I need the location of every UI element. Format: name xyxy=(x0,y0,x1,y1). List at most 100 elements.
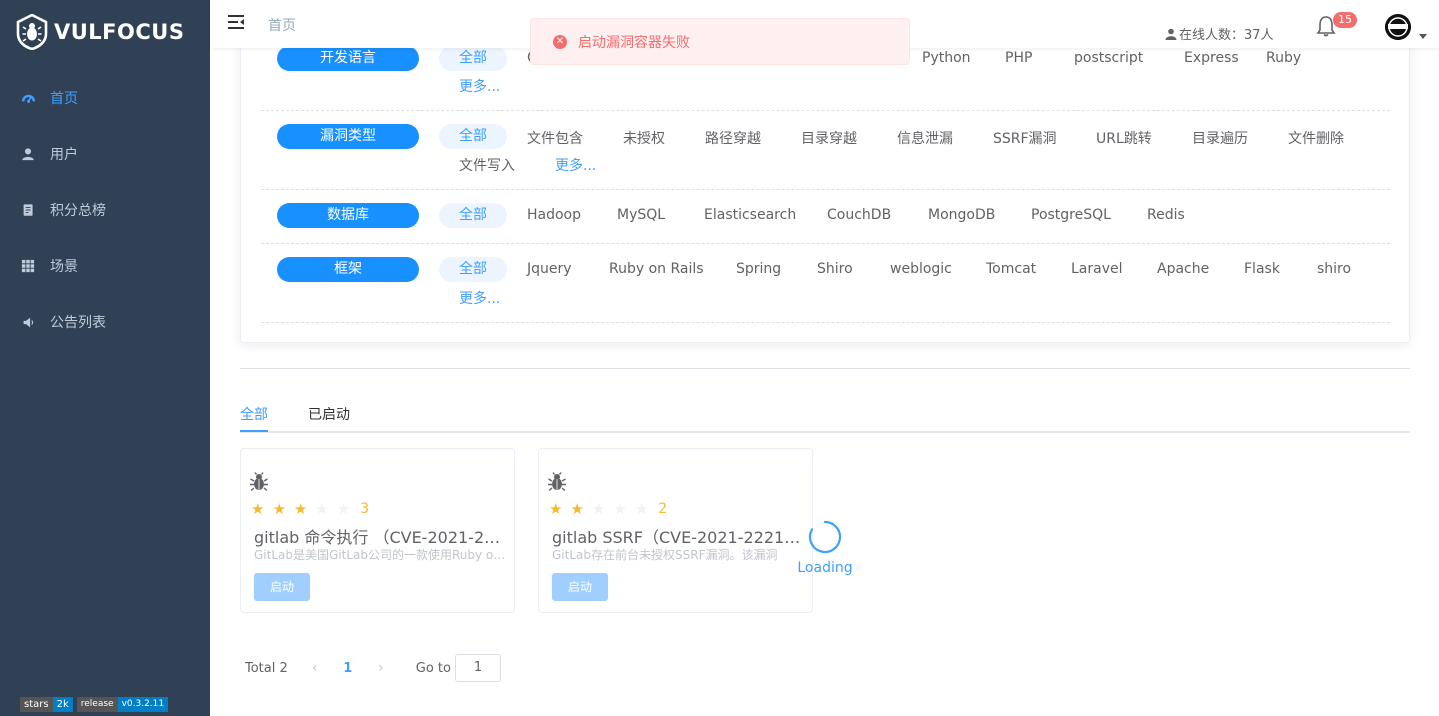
filter-tag[interactable]: PHP xyxy=(1005,50,1032,66)
filter-tag[interactable]: Python xyxy=(922,50,971,66)
breadcrumb: 首页 xyxy=(268,18,296,34)
active-tab-indicator xyxy=(240,430,268,432)
avatar-image xyxy=(1385,14,1411,40)
sidebar-item-home[interactable]: 首页 xyxy=(0,70,210,126)
filter-tag[interactable]: 路径穿越 xyxy=(705,128,761,148)
filter-tag[interactable]: Jquery xyxy=(527,261,572,277)
online-users: 在线人数：37人 xyxy=(1165,24,1274,43)
filter-tag[interactable]: 文件写入 xyxy=(459,155,515,175)
sidebar-item-scenes[interactable]: 场景 xyxy=(0,238,210,294)
pagination-total: Total 2 xyxy=(245,660,288,676)
star-icon: ★ xyxy=(613,500,627,518)
page-number-current[interactable]: 1 xyxy=(330,661,366,676)
filter-tag[interactable]: 目录遍历 xyxy=(1192,128,1248,148)
card-title: gitlab SSRF（CVE-2021-22214） xyxy=(552,528,804,547)
filter-tag[interactable]: URL跳转 xyxy=(1096,128,1152,148)
filter-more-link[interactable]: 更多... xyxy=(459,288,500,308)
user-icon xyxy=(1165,28,1177,40)
release-badge[interactable]: release v0.3.2.11 xyxy=(76,697,169,712)
filter-row-framework: 框架 全部 Jquery Ruby on Rails Spring Shiro … xyxy=(261,244,1390,323)
star-icon: ★ xyxy=(272,500,286,518)
goto-page-input[interactable]: 1 xyxy=(454,654,501,682)
filter-tag[interactable]: Flask xyxy=(1244,261,1280,277)
sidebar-item-announcements[interactable]: 公告列表 xyxy=(0,294,210,350)
rating-stars: ★ ★ ★ ★ ★ 2 xyxy=(549,501,667,517)
menu-toggle-icon[interactable] xyxy=(227,14,245,30)
filter-tag[interactable]: 目录穿越 xyxy=(801,128,857,148)
filter-tag[interactable]: Express xyxy=(1184,50,1239,66)
tab-all[interactable]: 全部 xyxy=(240,404,268,424)
sidebar-item-label: 首页 xyxy=(50,91,78,107)
filter-tag[interactable]: Apache xyxy=(1157,261,1209,277)
logo-text: VULFOCUS xyxy=(54,20,185,44)
tab-started[interactable]: 已启动 xyxy=(308,404,350,424)
chevron-right-icon[interactable]: › xyxy=(366,660,396,676)
filter-all-button[interactable]: 全部 xyxy=(439,257,507,282)
stars-badge[interactable]: stars 2k xyxy=(20,697,73,712)
card-description: GitLab是美国GitLab公司的一款使用Ruby on Rails开发的开源… xyxy=(254,548,506,562)
star-icon: ★ xyxy=(251,500,265,518)
vuln-card[interactable]: ★ ★ ★ ★ ★ 3 gitlab 命令执行 （CVE-2021-22205）… xyxy=(240,448,515,613)
toast-message: 启动漏洞容器失败 xyxy=(578,34,690,51)
filter-tag[interactable]: Ruby xyxy=(1266,50,1301,66)
error-icon: ✕ xyxy=(553,34,567,49)
goto-label: Go to xyxy=(415,660,451,676)
filter-tag[interactable]: 文件删除 xyxy=(1288,128,1344,148)
filter-tag[interactable]: 信息泄漏 xyxy=(897,128,953,148)
vuln-card[interactable]: ★ ★ ★ ★ ★ 2 gitlab SSRF（CVE-2021-22214） … xyxy=(538,448,813,613)
chevron-left-icon[interactable]: ‹ xyxy=(300,660,330,676)
sidebar-item-ranking[interactable]: 积分总榜 xyxy=(0,182,210,238)
filter-tag[interactable]: CouchDB xyxy=(827,207,891,223)
filter-category-button[interactable]: 漏洞类型 xyxy=(277,124,419,149)
filter-tag[interactable]: SSRF漏洞 xyxy=(993,128,1057,148)
logo[interactable]: VULFOCUS xyxy=(16,14,184,50)
rating-score: 2 xyxy=(658,501,668,517)
filter-more-link[interactable]: 更多... xyxy=(555,155,596,175)
star-icon: ★ xyxy=(293,500,308,518)
filter-all-button[interactable]: 全部 xyxy=(439,46,507,71)
notification-count-badge[interactable]: 15 xyxy=(1333,12,1357,28)
filter-tag[interactable]: postscript xyxy=(1074,50,1143,66)
filter-tag[interactable]: Elasticsearch xyxy=(704,207,796,223)
filter-tag[interactable]: Laravel xyxy=(1071,261,1123,277)
sidebar-item-label: 公告列表 xyxy=(50,315,106,331)
grid-icon xyxy=(20,258,36,274)
star-icon: ★ xyxy=(336,500,351,518)
filter-tag[interactable]: Shiro xyxy=(817,261,853,277)
filter-tag[interactable]: Redis xyxy=(1147,207,1185,223)
sidebar-item-users[interactable]: 用户 xyxy=(0,126,210,182)
speaker-icon xyxy=(20,314,36,330)
start-button[interactable]: 启动 xyxy=(552,573,608,601)
filter-tag[interactable]: 未授权 xyxy=(623,128,665,148)
star-icon: ★ xyxy=(549,500,563,518)
caret-down-icon[interactable] xyxy=(1419,34,1427,39)
filter-tag[interactable]: Hadoop xyxy=(527,207,581,223)
filter-tag[interactable]: Spring xyxy=(736,261,781,277)
rating-score: 3 xyxy=(360,501,370,517)
sidebar: VULFOCUS 首页 用户 积分总榜 场景 公告列表 stars 2k rel… xyxy=(0,0,210,716)
filter-tag[interactable]: MongoDB xyxy=(928,207,995,223)
filter-tag[interactable]: weblogic xyxy=(890,261,952,277)
filter-tag[interactable]: MySQL xyxy=(617,207,665,223)
filter-tag[interactable]: PostgreSQL xyxy=(1031,207,1111,223)
filter-tag[interactable]: 文件包含 xyxy=(527,128,583,148)
filter-category-button[interactable]: 数据库 xyxy=(277,203,419,228)
dashboard-icon xyxy=(20,90,36,106)
bug-icon xyxy=(250,472,268,492)
sidebar-menu: 首页 用户 积分总榜 场景 公告列表 xyxy=(0,70,210,350)
filter-category-button[interactable]: 框架 xyxy=(277,257,419,282)
filter-all-button[interactable]: 全部 xyxy=(439,124,507,149)
filter-tag[interactable]: shiro xyxy=(1317,261,1351,277)
sidebar-item-label: 用户 xyxy=(50,147,78,163)
filter-category-button[interactable]: 开发语言 xyxy=(277,46,419,71)
filter-more-link[interactable]: 更多... xyxy=(459,76,500,96)
filter-all-button[interactable]: 全部 xyxy=(439,203,507,228)
card-title: gitlab 命令执行 （CVE-2021-22205） xyxy=(254,528,506,547)
avatar[interactable] xyxy=(1385,14,1411,40)
filter-tag[interactable]: Ruby on Rails xyxy=(609,261,704,277)
start-button[interactable]: 启动 xyxy=(254,573,310,601)
filter-tag[interactable]: Tomcat xyxy=(986,261,1036,277)
bug-icon xyxy=(548,472,566,492)
loading-indicator: Loading xyxy=(795,520,855,576)
loading-text: Loading xyxy=(797,560,853,576)
